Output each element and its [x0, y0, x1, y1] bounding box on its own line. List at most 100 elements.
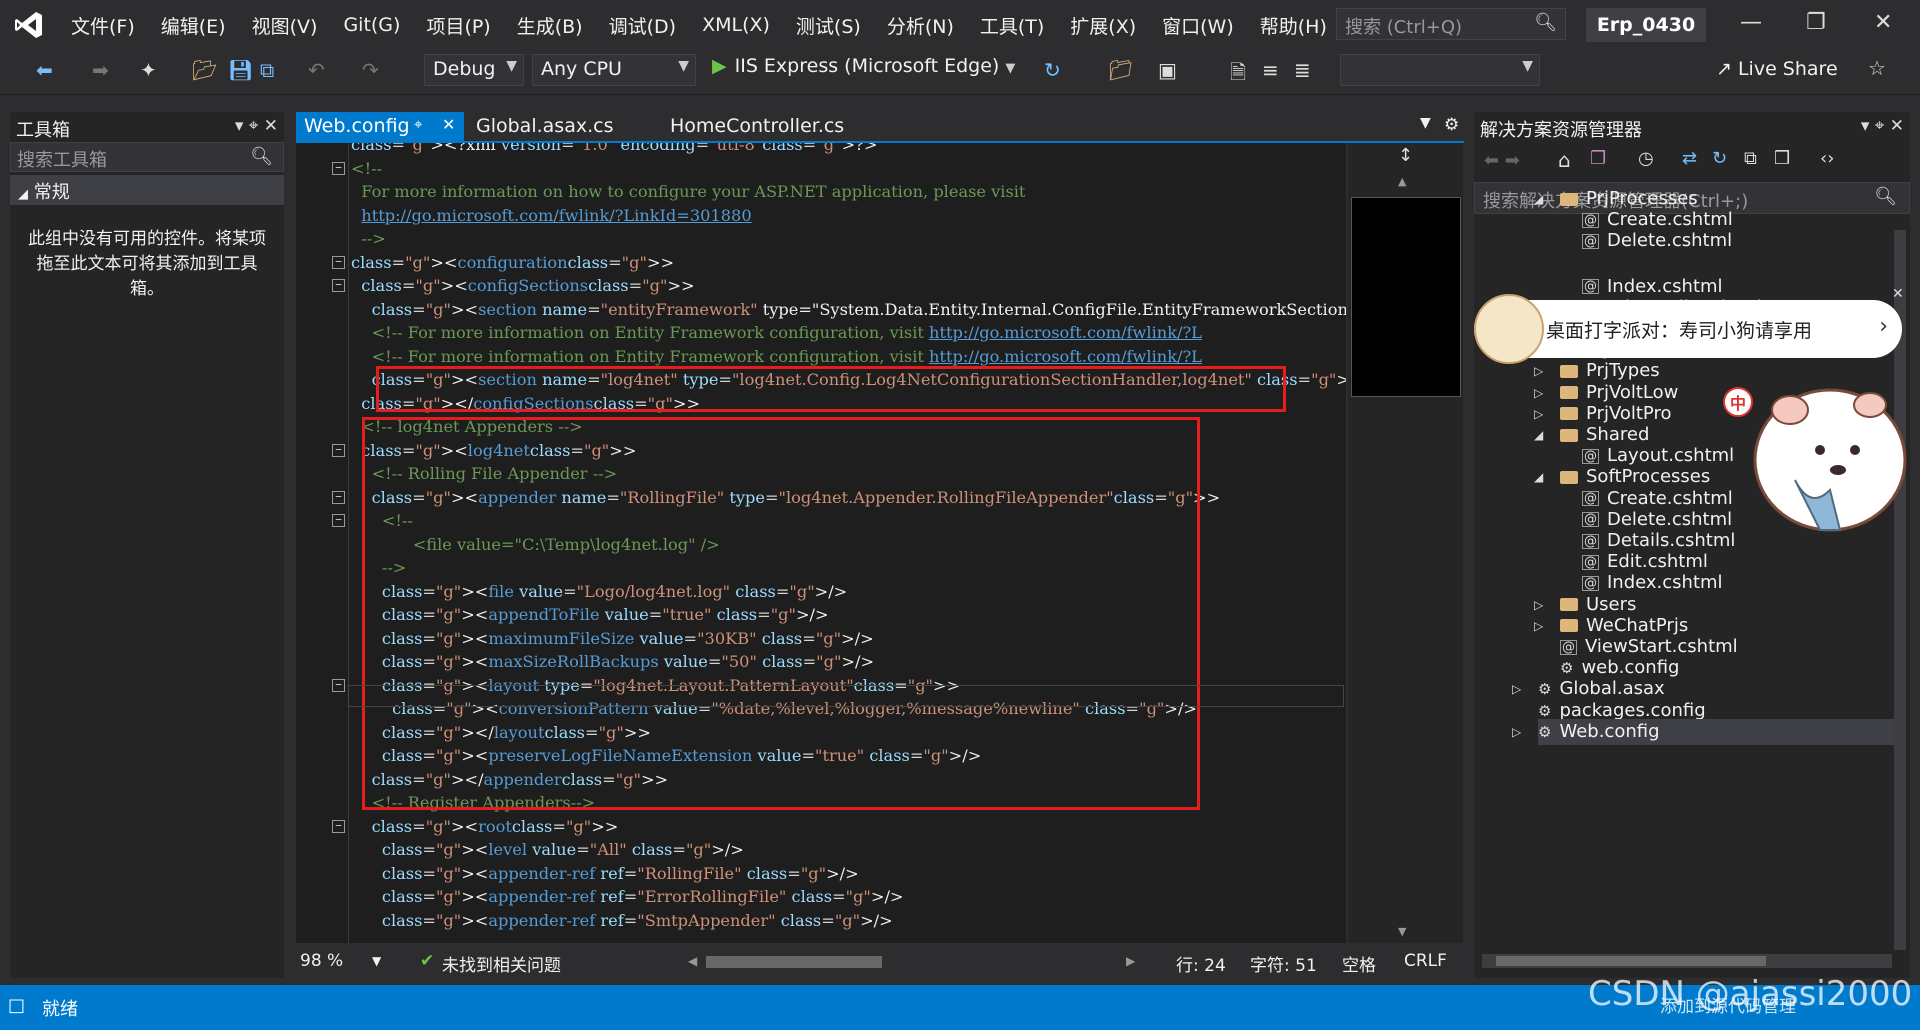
visual-studio-logo-icon[interactable]	[0, 0, 58, 50]
tab-web-config[interactable]: Web.config ⌖ ✕	[296, 112, 464, 142]
panel-controls-icon[interactable]: ▾ ⌖ ✕	[1861, 116, 1904, 136]
toolbox-group-general[interactable]: ◢ 常规	[10, 175, 284, 205]
menu-build[interactable]: 生成(B)	[504, 12, 596, 39]
fold-toggle-icon[interactable]: −	[332, 819, 345, 833]
razor-file-icon: @	[1582, 575, 1599, 591]
save-icon[interactable]: 💾︎	[228, 58, 253, 82]
home-icon[interactable]: ⌂	[1558, 148, 1571, 172]
horizontal-scrollbar-track[interactable]	[1482, 954, 1892, 968]
expanded-triangle-icon[interactable]: ◢	[1534, 186, 1543, 212]
tree-item-label: SoftProcesses	[1586, 466, 1711, 488]
collapsed-triangle-icon[interactable]: ▷	[1512, 676, 1521, 702]
scroll-right-icon[interactable]: ▶	[1126, 954, 1135, 968]
collapsed-triangle-icon[interactable]: ▷	[1534, 613, 1543, 639]
whitespace-mode[interactable]: 空格	[1342, 951, 1376, 976]
configuration-select[interactable]: Debug ▼	[424, 54, 524, 86]
fold-toggle-icon[interactable]: −	[332, 279, 345, 292]
scroll-left-icon[interactable]: ◀	[688, 954, 697, 968]
fold-toggle-icon[interactable]: −	[332, 514, 345, 527]
panel-controls-icon[interactable]: ▾ ⌖ ✕	[235, 116, 278, 136]
show-all-files-icon[interactable]: ❒	[1774, 148, 1790, 169]
tab-homecontroller-cs[interactable]: HomeController.cs	[662, 112, 852, 142]
code-editor[interactable]: class="g"><?xml version="1.0" encoding="…	[296, 143, 1346, 943]
global-search-input[interactable]: 搜索 (Ctrl+Q) 🔍︎	[1336, 8, 1566, 40]
menu-window[interactable]: 窗口(W)	[1149, 12, 1247, 39]
back-icon[interactable]: ⬅ ➡	[1484, 150, 1520, 171]
fold-toggle-icon[interactable]: −	[332, 490, 345, 504]
zoom-level[interactable]: 98 %	[300, 951, 343, 971]
pin-icon[interactable]: ⌖	[414, 115, 422, 133]
open-folder-icon[interactable]: 📂︎	[192, 58, 217, 82]
menu-extensions[interactable]: 扩展(X)	[1057, 12, 1149, 39]
collapse-all-icon[interactable]: ⧉	[1744, 148, 1757, 169]
browse-folder-icon[interactable]: 📁︎	[1108, 58, 1133, 82]
menu-debug[interactable]: 调试(D)	[596, 12, 689, 39]
issues-status[interactable]: 未找到相关问题	[442, 951, 561, 976]
menu-help[interactable]: 帮助(H)	[1247, 12, 1340, 39]
expanded-triangle-icon[interactable]: ◢	[1534, 464, 1543, 490]
toolbar-find-combo[interactable]: ▼	[1340, 54, 1540, 86]
menu-edit[interactable]: 编辑(E)	[148, 12, 239, 39]
tab-global-asax-cs[interactable]: Global.asax.cs	[468, 112, 621, 142]
close-icon[interactable]: ✕	[1892, 286, 1904, 302]
platform-select[interactable]: Any CPU ▼	[532, 54, 696, 86]
new-project-icon[interactable]: ✦	[140, 58, 157, 82]
tree-item-label: Create.cshtml	[1607, 487, 1733, 509]
document-icon[interactable]: 🗎	[1230, 58, 1246, 92]
fold-toggle-icon[interactable]: −	[332, 678, 345, 692]
indent-icon[interactable]: ≡	[1262, 58, 1279, 82]
refresh-icon[interactable]: ↻	[1044, 58, 1061, 82]
editor-status-bar: 98 % ▼ ✔ 未找到相关问题 ◀ ▶ 行: 24 字符: 51 空格 CRL…	[296, 946, 1464, 976]
minimap[interactable]: ↕ ▲ ▼	[1348, 143, 1463, 943]
menu-test[interactable]: 测试(S)	[783, 12, 874, 39]
code-view-icon[interactable]: ‹›	[1820, 148, 1834, 169]
expanded-triangle-icon[interactable]: ◢	[1534, 422, 1543, 448]
split-icon[interactable]: ↕	[1398, 145, 1413, 166]
refresh-icon[interactable]: ↻	[1712, 148, 1727, 169]
minimap-viewport[interactable]	[1351, 197, 1461, 397]
scroll-down-icon[interactable]: ▼	[1398, 925, 1406, 938]
undo-icon[interactable]: ↶	[308, 58, 325, 82]
toolbox-search-input[interactable]: 搜索工具箱 🔍︎	[10, 142, 284, 172]
solution-name-badge[interactable]: Erp_0430	[1586, 8, 1706, 42]
menu-analyze[interactable]: 分析(N)	[874, 12, 967, 39]
pending-changes-icon[interactable]: ◷	[1638, 148, 1654, 169]
horizontal-scrollbar-thumb[interactable]	[1496, 956, 1766, 966]
tree-item[interactable]: ▷ ⚙ Web.config	[1512, 718, 1898, 745]
screenshot-icon[interactable]: ▣	[1158, 58, 1177, 82]
scroll-up-icon[interactable]: ▲	[1398, 175, 1406, 188]
outdent-icon[interactable]: ≣	[1294, 58, 1311, 82]
sync-icon[interactable]: ⇄	[1682, 148, 1697, 169]
collapsed-triangle-icon[interactable]: ▷	[1512, 719, 1521, 745]
close-tab-icon[interactable]: ✕	[442, 115, 455, 134]
forward-icon[interactable]: ➡	[92, 58, 109, 82]
fold-toggle-icon[interactable]: −	[332, 161, 345, 175]
switch-views-icon[interactable]: ❐	[1590, 148, 1606, 169]
tab-list-dropdown-icon[interactable]: ▼	[1412, 112, 1439, 142]
back-icon[interactable]: ⬅	[36, 58, 53, 82]
fold-toggle-icon[interactable]: −	[332, 443, 345, 457]
settings-gear-icon[interactable]: ⚙	[1436, 112, 1467, 142]
feedback-icon[interactable]: ☆	[1868, 56, 1886, 80]
menu-tools[interactable]: 工具(T)	[967, 12, 1057, 39]
live-share-button[interactable]: ↗ Live Share	[1716, 58, 1838, 80]
notification-popup[interactable]: 桌面打字派对：寿司小狗请享用 ›	[1474, 294, 1902, 364]
menu-file[interactable]: 文件(F)	[58, 12, 148, 39]
save-all-icon[interactable]: ⧉	[260, 58, 274, 82]
redo-icon[interactable]: ↷	[362, 58, 379, 82]
minimize-icon[interactable]: —	[1740, 10, 1762, 35]
menu-view[interactable]: 视图(V)	[239, 12, 331, 39]
live-share-label: Live Share	[1737, 58, 1838, 80]
run-button[interactable]: ▶ IIS Express (Microsoft Edge) ▼	[712, 55, 1015, 77]
menu-xml[interactable]: XML(X)	[689, 14, 783, 36]
tree-item[interactable]: @ Delete.cshtml	[1582, 228, 1732, 254]
menu-git[interactable]: Git(G)	[330, 14, 413, 36]
line-ending[interactable]: CRLF	[1404, 951, 1447, 971]
fold-toggle-icon[interactable]: −	[332, 255, 345, 269]
chevron-down-icon[interactable]: ▼	[372, 954, 381, 968]
menu-project[interactable]: 项目(P)	[413, 12, 503, 39]
close-icon[interactable]: ✕	[1874, 10, 1892, 35]
horizontal-scrollbar-thumb[interactable]	[706, 956, 882, 968]
chevron-right-icon[interactable]: ›	[1879, 314, 1888, 339]
restore-icon[interactable]: ❐	[1806, 10, 1826, 35]
